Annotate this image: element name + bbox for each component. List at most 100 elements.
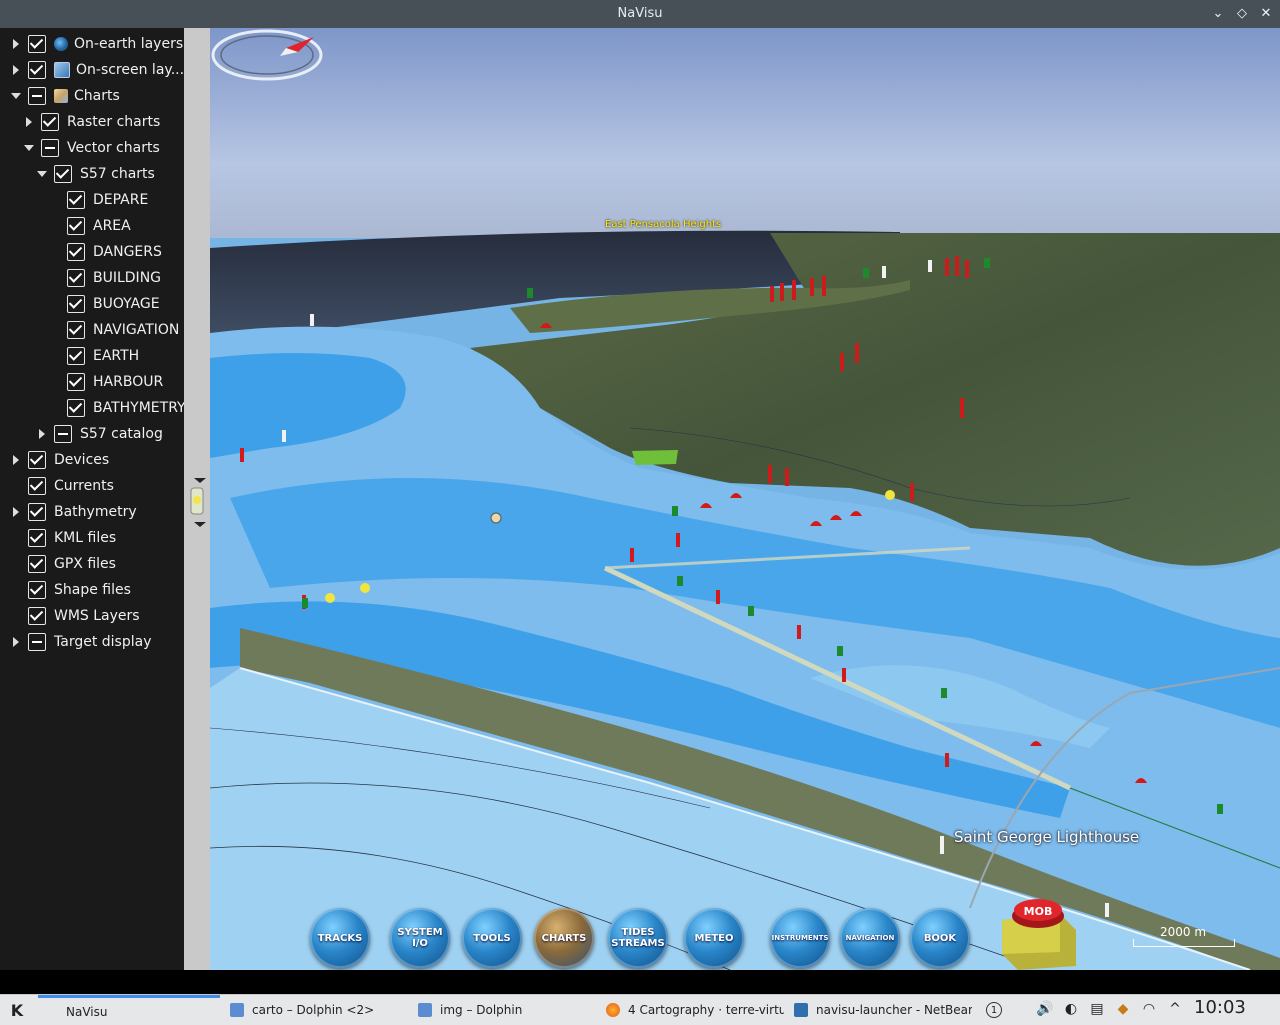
volume-icon[interactable]: 🔊	[1036, 1000, 1054, 1018]
book-button[interactable]: BOOK	[910, 908, 970, 968]
title-bar: NaVisu ⌄ ◇ ✕	[0, 0, 1280, 28]
layer-label: NAVIGATION	[93, 322, 180, 338]
collapse-arrow-icon[interactable]	[10, 84, 22, 108]
clipboard-icon[interactable]: ▤	[1088, 1000, 1106, 1018]
charts-button[interactable]: CHARTS	[534, 908, 594, 968]
layer-checkbox[interactable]	[28, 503, 46, 521]
layer-checkbox[interactable]	[28, 555, 46, 573]
layer-row-buoyage[interactable]: BUOYAGE	[49, 292, 160, 316]
layer-row-s57-catalog[interactable]: S57 catalog	[36, 422, 163, 446]
layer-checkbox[interactable]	[28, 87, 46, 105]
show-hidden-tray-icon[interactable]: ^	[1166, 1000, 1184, 1018]
layer-row-s57-charts[interactable]: S57 charts	[36, 162, 155, 186]
layer-row-earth[interactable]: EARTH	[49, 344, 139, 368]
layer-checkbox[interactable]	[67, 399, 85, 417]
security-shield-icon[interactable]: ◆	[1114, 1000, 1132, 1018]
tides-streams-button[interactable]: TIDES STREAMS	[608, 908, 668, 968]
layer-row-raster-charts[interactable]: Raster charts	[23, 110, 160, 134]
layer-row-kml-files[interactable]: KML files	[10, 526, 116, 550]
restore-button[interactable]: ◇	[1232, 4, 1252, 24]
system-io-button[interactable]: SYSTEM I/O	[390, 908, 450, 968]
layer-row-area[interactable]: AREA	[49, 214, 131, 238]
tools-button[interactable]: TOOLS	[462, 908, 522, 968]
layer-row-building[interactable]: BUILDING	[49, 266, 161, 290]
instruments-button[interactable]: INSTRUMENTS	[770, 908, 830, 968]
expand-arrow-icon[interactable]	[23, 110, 35, 134]
compass-icon[interactable]	[210, 28, 324, 82]
layer-checkbox[interactable]	[28, 529, 46, 547]
layer-label: DEPARE	[93, 192, 149, 208]
layer-checkbox[interactable]	[28, 633, 46, 651]
layer-row-gpx-files[interactable]: GPX files	[10, 552, 116, 576]
close-button[interactable]: ✕	[1256, 4, 1276, 24]
layer-checkbox[interactable]	[67, 217, 85, 235]
layer-checkbox[interactable]	[67, 373, 85, 391]
layer-checkbox[interactable]	[67, 269, 85, 287]
task-firefox[interactable]: 4 Cartography · terre-virtu	[606, 995, 784, 1025]
expand-arrow-icon[interactable]	[10, 448, 22, 472]
layer-checkbox[interactable]	[28, 61, 46, 79]
layer-row-on-screen-lay[interactable]: On-screen lay...	[10, 58, 184, 82]
layer-checkbox[interactable]	[41, 139, 59, 157]
layer-checkbox[interactable]	[54, 425, 72, 443]
clock[interactable]: 10:03	[1194, 997, 1246, 1018]
layer-row-depare[interactable]: DEPARE	[49, 188, 148, 212]
meteo-button[interactable]: METEO	[684, 908, 744, 968]
collapse-arrow-icon[interactable]	[36, 162, 48, 186]
task-label: carto – Dolphin <2>	[252, 1003, 375, 1017]
layer-checkbox[interactable]	[67, 191, 85, 209]
book-label: BOOK	[923, 932, 957, 944]
layer-row-charts[interactable]: Charts	[10, 84, 120, 108]
layer-row-target-display[interactable]: Target display	[10, 630, 151, 654]
splitter-grip-icon[interactable]	[188, 478, 206, 528]
task-navisu[interactable]: NaVisu	[38, 995, 220, 1025]
navigation-button[interactable]: NAVIGATION	[840, 908, 900, 968]
wifi-icon[interactable]: ◠	[1140, 1000, 1158, 1018]
layer-row-bathymetry[interactable]: Bathymetry	[10, 500, 137, 524]
layer-row-shape-files[interactable]: Shape files	[10, 578, 131, 602]
layer-row-navigation[interactable]: NAVIGATION	[49, 318, 179, 342]
task-label: navisu-launcher - NetBean	[816, 1003, 972, 1017]
system-io-line2: I/O	[412, 938, 428, 949]
panel-splitter[interactable]	[184, 28, 210, 970]
layer-checkbox[interactable]	[28, 451, 46, 469]
network-monitor-icon[interactable]: ◐	[1062, 1000, 1080, 1018]
scale-bar	[1133, 939, 1235, 947]
notifications-icon[interactable]: 1	[986, 1002, 1002, 1018]
layer-checkbox[interactable]	[67, 243, 85, 261]
layer-checkbox[interactable]	[28, 581, 46, 599]
layer-row-on-earth-layers[interactable]: On-earth layers	[10, 32, 183, 56]
layer-label: Shape files	[54, 582, 131, 598]
layer-row-currents[interactable]: Currents	[10, 474, 114, 498]
layer-checkbox[interactable]	[28, 477, 46, 495]
layer-row-dangers[interactable]: DANGERS	[49, 240, 162, 264]
layer-checkbox[interactable]	[41, 113, 59, 131]
collapse-arrow-icon[interactable]	[23, 136, 35, 160]
expand-arrow-icon[interactable]	[10, 630, 22, 654]
firefox-icon	[606, 1003, 620, 1017]
layer-label: Raster charts	[67, 114, 161, 130]
layer-row-vector-charts[interactable]: Vector charts	[23, 136, 160, 160]
layer-row-harbour[interactable]: HARBOUR	[49, 370, 163, 394]
minimize-button[interactable]: ⌄	[1208, 4, 1228, 24]
layer-checkbox[interactable]	[67, 321, 85, 339]
layer-checkbox[interactable]	[54, 165, 72, 183]
expand-arrow-icon[interactable]	[10, 32, 22, 56]
layer-row-devices[interactable]: Devices	[10, 448, 109, 472]
expand-arrow-icon[interactable]	[36, 422, 48, 446]
mob-button[interactable]: MOB	[998, 890, 1080, 970]
layer-checkbox[interactable]	[28, 35, 46, 53]
task-dolphin-img[interactable]: img – Dolphin	[418, 995, 596, 1025]
layer-checkbox[interactable]	[67, 295, 85, 313]
globe-map-view[interactable]: East Pensacola Heights Saint George Ligh…	[210, 28, 1280, 970]
layer-checkbox[interactable]	[28, 607, 46, 625]
kde-launcher-icon[interactable]: K	[4, 997, 30, 1023]
layer-row-wms-layers[interactable]: WMS Layers	[10, 604, 140, 628]
layer-checkbox[interactable]	[67, 347, 85, 365]
layer-row-bathymetry[interactable]: BATHYMETRY	[49, 396, 184, 420]
expand-arrow-icon[interactable]	[10, 500, 22, 524]
task-dolphin-carto[interactable]: carto – Dolphin <2>	[230, 995, 410, 1025]
expand-arrow-icon[interactable]	[10, 58, 22, 82]
tracks-button[interactable]: TRACKS	[310, 908, 370, 968]
task-netbeans[interactable]: navisu-launcher - NetBean	[794, 995, 972, 1025]
